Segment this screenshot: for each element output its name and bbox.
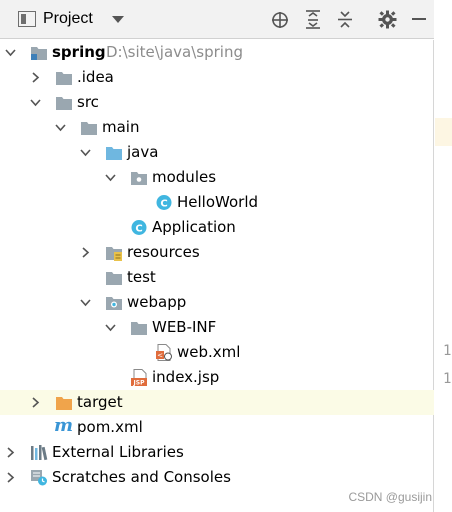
watermark: CSDN @gusijin <box>348 490 432 504</box>
svg-text:<: < <box>157 352 163 360</box>
tree-label: spring <box>52 43 106 61</box>
maven-icon: m <box>54 415 74 436</box>
editor-area-edge <box>435 0 452 512</box>
chevron-down-icon[interactable] <box>4 46 17 59</box>
web-folder-icon <box>106 297 122 310</box>
chevron-down-icon[interactable] <box>104 321 117 334</box>
tree-label: index.jsp <box>152 368 220 386</box>
project-view-title[interactable]: Project <box>43 10 93 28</box>
tree-row-resources[interactable]: resources <box>0 240 434 265</box>
folder-icon <box>106 272 122 285</box>
chevron-down-icon[interactable] <box>29 96 42 109</box>
resources-folder-icon <box>106 247 122 261</box>
tree-label: web.xml <box>177 343 241 361</box>
tree-row-idea[interactable]: .idea <box>0 65 434 90</box>
locate-icon[interactable] <box>271 11 289 29</box>
tree-label: modules <box>152 168 217 186</box>
tree-row-target[interactable]: target <box>0 390 434 415</box>
tree-label: target <box>77 393 123 411</box>
excluded-folder-icon <box>56 397 72 410</box>
svg-text:JSP: JSP <box>133 380 146 387</box>
tree-label: External Libraries <box>52 443 184 461</box>
dropdown-arrow-icon[interactable] <box>112 16 124 24</box>
tree-label: .idea <box>77 68 114 86</box>
tree-row-main[interactable]: main <box>0 115 434 140</box>
chevron-down-icon[interactable] <box>79 296 92 309</box>
package-icon <box>131 172 147 185</box>
module-folder-icon <box>31 47 47 60</box>
xml-file-icon: < <box>156 344 172 361</box>
svg-text:C: C <box>135 224 142 235</box>
tree-label: Scratches and Consoles <box>52 468 231 486</box>
chevron-down-icon[interactable] <box>104 171 117 184</box>
tree-row-modules[interactable]: modules <box>0 165 434 190</box>
editor-caret-row-highlight <box>435 118 452 146</box>
collapse-all-icon[interactable] <box>337 10 353 29</box>
jsp-file-icon: JSP <box>131 369 147 387</box>
minimize-icon[interactable] <box>412 18 426 21</box>
chevron-down-icon[interactable] <box>79 146 92 159</box>
tree-row-web-xml[interactable]: < web.xml <box>0 340 434 365</box>
tree-label: Application <box>152 218 236 236</box>
settings-icon[interactable] <box>378 10 397 29</box>
tree-row-test[interactable]: test <box>0 265 434 290</box>
tree-row-spring[interactable]: spring D:\site\java\spring <box>0 40 434 65</box>
chevron-right-icon[interactable] <box>29 71 42 84</box>
scratches-icon <box>31 470 47 486</box>
tree-row-src[interactable]: src <box>0 90 434 115</box>
tree-row-application[interactable]: C Application <box>0 215 434 240</box>
project-toolbar: Project <box>0 0 434 39</box>
tree-row-external-libraries[interactable]: External Libraries <box>0 440 434 465</box>
project-path: D:\site\java\spring <box>106 43 243 61</box>
tree-label: HelloWorld <box>177 193 259 211</box>
tree-label: webapp <box>127 293 187 311</box>
folder-icon <box>56 97 72 110</box>
tree-row-scratches-and-consoles[interactable]: Scratches and Consoles <box>0 465 434 490</box>
libraries-icon <box>31 445 48 461</box>
expand-all-icon[interactable] <box>305 10 321 29</box>
tree-label: src <box>77 93 99 111</box>
project-tree: spring D:\site\java\spring .idea src mai… <box>0 40 434 512</box>
tree-label: pom.xml <box>77 418 143 436</box>
chevron-right-icon[interactable] <box>29 396 42 409</box>
tree-label: WEB-INF <box>152 318 217 336</box>
folder-icon <box>56 72 72 85</box>
line-number: 1 <box>443 371 452 387</box>
class-icon: C <box>156 195 172 210</box>
folder-icon <box>81 122 97 135</box>
tree-label: test <box>127 268 156 286</box>
svg-text:C: C <box>160 199 167 210</box>
tree-label: java <box>127 143 159 161</box>
tree-row-helloworld[interactable]: C HelloWorld <box>0 190 434 215</box>
line-number: 1 <box>443 343 452 359</box>
tree-label: resources <box>127 243 200 261</box>
folder-icon <box>131 322 147 335</box>
chevron-right-icon[interactable] <box>79 246 92 259</box>
tree-row-webapp[interactable]: webapp <box>0 290 434 315</box>
tree-row-pom-xml[interactable]: m pom.xml <box>0 415 434 440</box>
chevron-down-icon[interactable] <box>54 121 67 134</box>
chevron-right-icon[interactable] <box>4 446 17 459</box>
tree-label: main <box>102 118 140 136</box>
tree-row-web-inf[interactable]: WEB-INF <box>0 315 434 340</box>
source-folder-icon <box>106 147 122 160</box>
project-view-icon[interactable] <box>18 11 36 28</box>
chevron-right-icon[interactable] <box>4 471 17 484</box>
class-icon: C <box>131 220 147 235</box>
tree-row-java[interactable]: java <box>0 140 434 165</box>
tree-row-index-jsp[interactable]: JSP index.jsp <box>0 365 434 390</box>
